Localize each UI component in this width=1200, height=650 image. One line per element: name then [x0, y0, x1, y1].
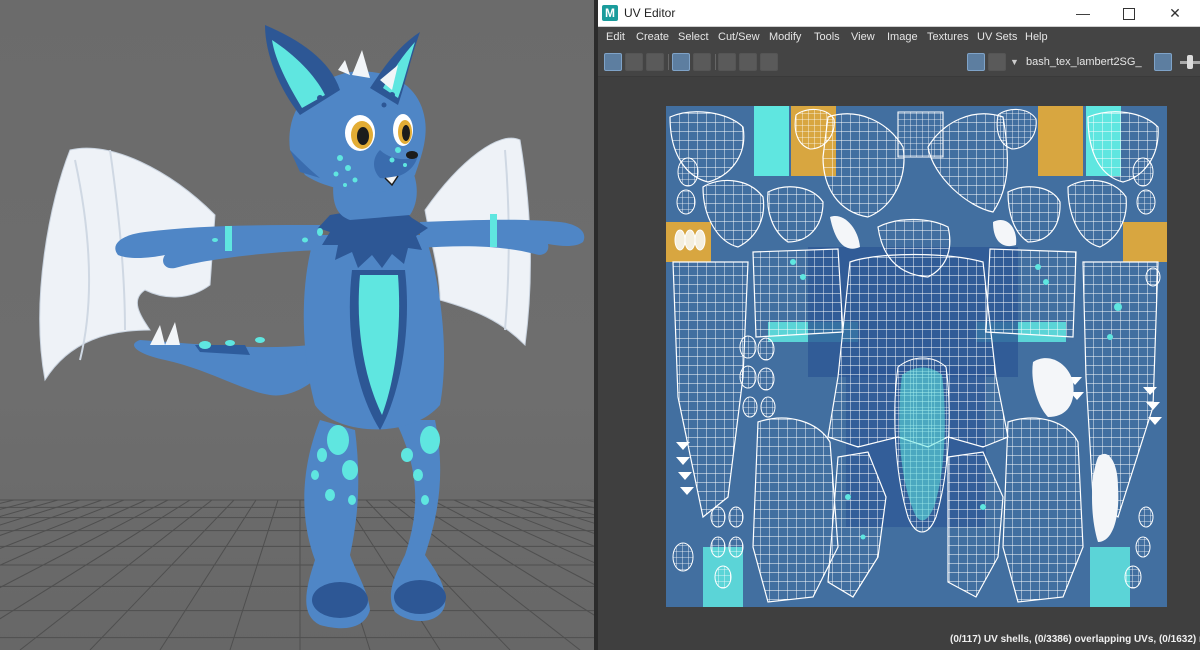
grid-line	[519, 499, 594, 524]
minimize-button[interactable]: —	[1060, 0, 1106, 27]
grid-line	[19, 499, 213, 650]
menu-create[interactable]: Create	[636, 31, 669, 43]
menu-modify[interactable]: Modify	[769, 31, 801, 43]
texture-dropdown[interactable]: bash_tex_lambert2SG_	[1026, 56, 1142, 68]
viewport-scene	[0, 25, 594, 650]
grid-line	[0, 499, 81, 526]
uv-canvas[interactable]: (0/117) UV shells, (0/3386) overlapping …	[598, 77, 1200, 650]
grid-line	[0, 499, 37, 510]
uv-shell-select-icon[interactable]	[604, 53, 622, 71]
grid-line	[0, 499, 103, 536]
grid-line	[159, 499, 257, 650]
shaded-icon[interactable]	[739, 53, 757, 71]
uv-editor-window: M UV Editor — ✕ Edit Create Select Cut/S…	[598, 0, 1200, 650]
maximize-button[interactable]	[1106, 0, 1152, 27]
grid-line	[0, 499, 125, 549]
grid-line	[0, 499, 169, 589]
character-model	[39, 25, 585, 629]
display-image-icon[interactable]	[967, 53, 985, 71]
texture-image-icon[interactable]	[1154, 53, 1172, 71]
menu-tools[interactable]: Tools	[814, 31, 840, 43]
grid-line	[563, 499, 594, 509]
uv-shell-snout	[897, 111, 944, 158]
face-select-icon[interactable]	[646, 53, 664, 71]
grid-line	[541, 499, 594, 516]
grid-icon[interactable]	[718, 53, 736, 71]
uv-select-icon[interactable]	[625, 53, 643, 71]
window-title: UV Editor	[624, 6, 676, 20]
dropdown-arrow-icon[interactable]: ▼	[1010, 57, 1019, 67]
uv-shell-arm-right	[985, 248, 1077, 338]
menu-cut-sew[interactable]: Cut/Sew	[718, 31, 760, 43]
checker-icon[interactable]	[988, 53, 1006, 71]
menu-help[interactable]: Help	[1025, 31, 1048, 43]
uv-status-text: (0/117) UV shells, (0/3386) overlapping …	[950, 634, 1200, 645]
uv-shell-leg-right	[1002, 417, 1084, 603]
maya-app-icon: M	[602, 5, 618, 21]
uv-shell-arm-left	[752, 248, 844, 338]
snapshot-icon[interactable]	[760, 53, 778, 71]
toolbar-separator	[668, 54, 669, 70]
viewport-grid	[0, 499, 594, 650]
menu-edit[interactable]: Edit	[606, 31, 625, 43]
close-button[interactable]: ✕	[1152, 0, 1198, 27]
menu-uv-sets[interactable]: UV Sets	[977, 31, 1017, 43]
window-titlebar[interactable]: M UV Editor — ✕	[598, 0, 1200, 27]
frame-icon[interactable]	[672, 53, 690, 71]
grid-line	[229, 499, 279, 650]
uv-texture-view	[666, 106, 1167, 607]
maximize-icon	[1123, 8, 1135, 21]
toolbar-separator	[715, 54, 716, 70]
grid-line	[365, 499, 511, 650]
grid-line	[431, 499, 594, 585]
menu-image[interactable]: Image	[887, 31, 918, 43]
menu-bar: Edit Create Select Cut/Sew Modify Tools …	[598, 28, 1200, 48]
exposure-slider-handle[interactable]	[1187, 55, 1193, 69]
menu-view[interactable]: View	[851, 31, 875, 43]
3d-viewport[interactable]	[0, 0, 594, 650]
grid-line	[89, 499, 235, 650]
menu-textures[interactable]: Textures	[927, 31, 969, 43]
uv-toolbar: ▼ bash_tex_lambert2SG_	[598, 50, 1200, 77]
frame-selection-icon[interactable]	[693, 53, 711, 71]
menu-select[interactable]: Select	[678, 31, 709, 43]
grid-line	[497, 499, 594, 534]
